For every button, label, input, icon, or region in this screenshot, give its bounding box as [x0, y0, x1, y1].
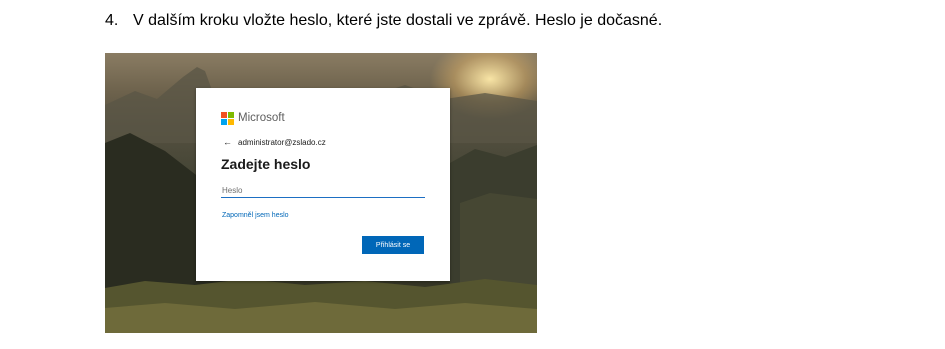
- account-email: administrator@zslado.cz: [238, 138, 326, 147]
- microsoft-logo-icon: [221, 111, 234, 125]
- step-number: 4.: [105, 12, 119, 29]
- arrow-left-icon[interactable]: ←: [223, 138, 232, 147]
- forgot-password-link[interactable]: Zapomněl jsem heslo: [222, 212, 289, 219]
- page-title: Zadejte heslo: [221, 156, 311, 172]
- password-field[interactable]: [221, 183, 425, 198]
- account-row: ← administrator@zslado.cz: [223, 138, 326, 148]
- login-card: Microsoft ← administrator@zslado.cz Zade…: [196, 88, 450, 281]
- brand-name: Microsoft: [238, 112, 285, 124]
- sign-in-button[interactable]: Přihlásit se: [362, 236, 424, 254]
- microsoft-logo: Microsoft: [221, 111, 285, 125]
- instruction-line: 4. V dalším kroku vložte heslo, které jst…: [105, 12, 662, 30]
- embedded-screenshot: Microsoft ← administrator@zslado.cz Zade…: [105, 53, 537, 333]
- instruction-text: V dalším kroku vložte heslo, které jste …: [133, 12, 663, 29]
